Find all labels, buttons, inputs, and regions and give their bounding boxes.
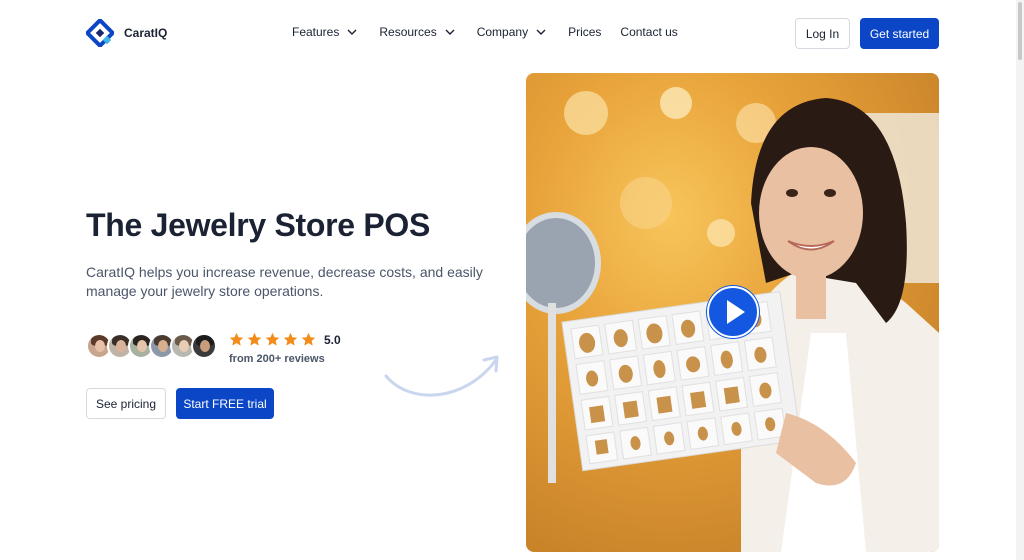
play-button[interactable] <box>706 285 760 339</box>
main-nav: Features Resources Company Prices Contac… <box>292 25 697 39</box>
nav-prices-label: Prices <box>568 25 602 39</box>
see-pricing-button[interactable]: See pricing <box>86 388 166 419</box>
nav-prices[interactable]: Prices <box>568 25 601 39</box>
star-icon <box>229 332 244 346</box>
nav-features-label: Features <box>292 25 340 39</box>
star-icon <box>247 332 262 346</box>
avatar <box>191 333 217 359</box>
nav-company[interactable]: Company <box>477 25 546 39</box>
get-started-button[interactable]: Get started <box>860 18 939 49</box>
customer-avatars <box>86 333 217 359</box>
nav-resources[interactable]: Resources <box>379 25 455 39</box>
site-header: CaratIQ Features Resources Company Price… <box>0 0 1024 66</box>
star-icon <box>265 332 280 346</box>
nav-contact[interactable]: Contact us <box>620 25 677 39</box>
chevron-down-icon <box>347 29 357 35</box>
hero-video[interactable] <box>526 73 939 552</box>
nav-contact-label: Contact us <box>620 25 678 39</box>
rating-value: 5.0 <box>324 332 341 347</box>
page-scrollbar[interactable] <box>1016 0 1024 560</box>
scrollbar-thumb[interactable] <box>1018 2 1022 60</box>
login-button[interactable]: Log In <box>795 18 850 49</box>
review-count: from 200+ reviews <box>229 353 325 365</box>
nav-resources-label: Resources <box>379 25 437 39</box>
start-trial-button[interactable]: Start FREE trial <box>176 388 274 419</box>
star-icon <box>301 332 316 346</box>
chevron-down-icon <box>445 29 455 35</box>
play-icon <box>707 286 759 338</box>
brand-logo[interactable]: CaratIQ <box>86 19 167 47</box>
hero-subtitle: CaratIQ helps you increase revenue, decr… <box>86 264 483 299</box>
star-icon <box>283 332 298 346</box>
nav-company-label: Company <box>476 25 529 39</box>
hero-title: The Jewelry Store POS <box>86 207 431 243</box>
caratiq-logo-icon <box>86 19 114 47</box>
curved-arrow-icon <box>384 355 499 397</box>
brand-name: CaratIQ <box>124 26 168 40</box>
chevron-down-icon <box>536 29 546 35</box>
nav-features[interactable]: Features <box>292 25 357 39</box>
star-rating: 5.0 <box>229 332 341 347</box>
